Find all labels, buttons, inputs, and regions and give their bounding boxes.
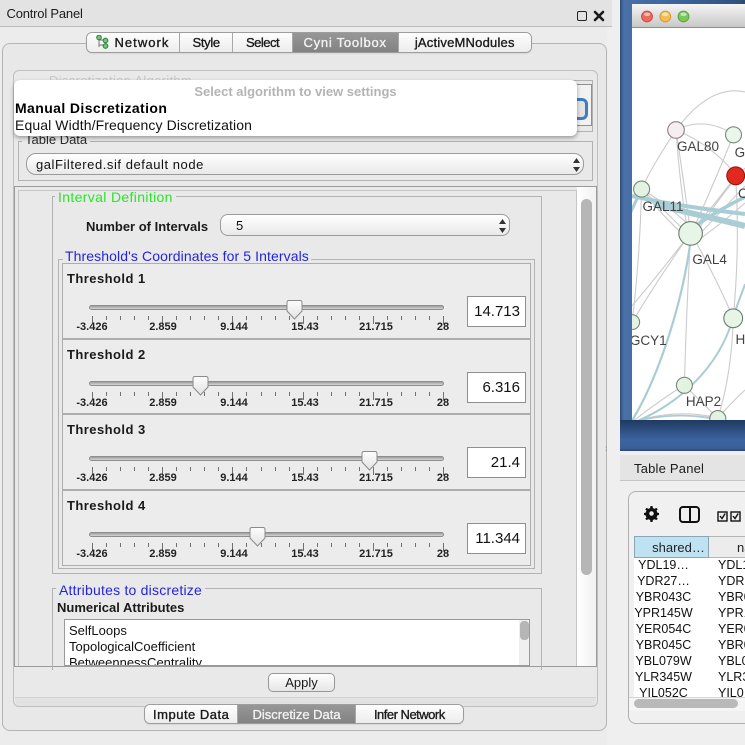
svg-text:GCY1: GCY1	[632, 333, 667, 348]
svg-text:HAP2: HAP2	[686, 394, 721, 409]
svg-text:GAL80: GAL80	[677, 139, 719, 154]
svg-text:GA: GA	[735, 145, 745, 160]
svg-text:GAL4: GAL4	[692, 252, 727, 267]
svg-text:GAL11: GAL11	[643, 199, 684, 214]
svg-text:C: C	[738, 186, 745, 201]
svg-text:H: H	[736, 332, 745, 347]
